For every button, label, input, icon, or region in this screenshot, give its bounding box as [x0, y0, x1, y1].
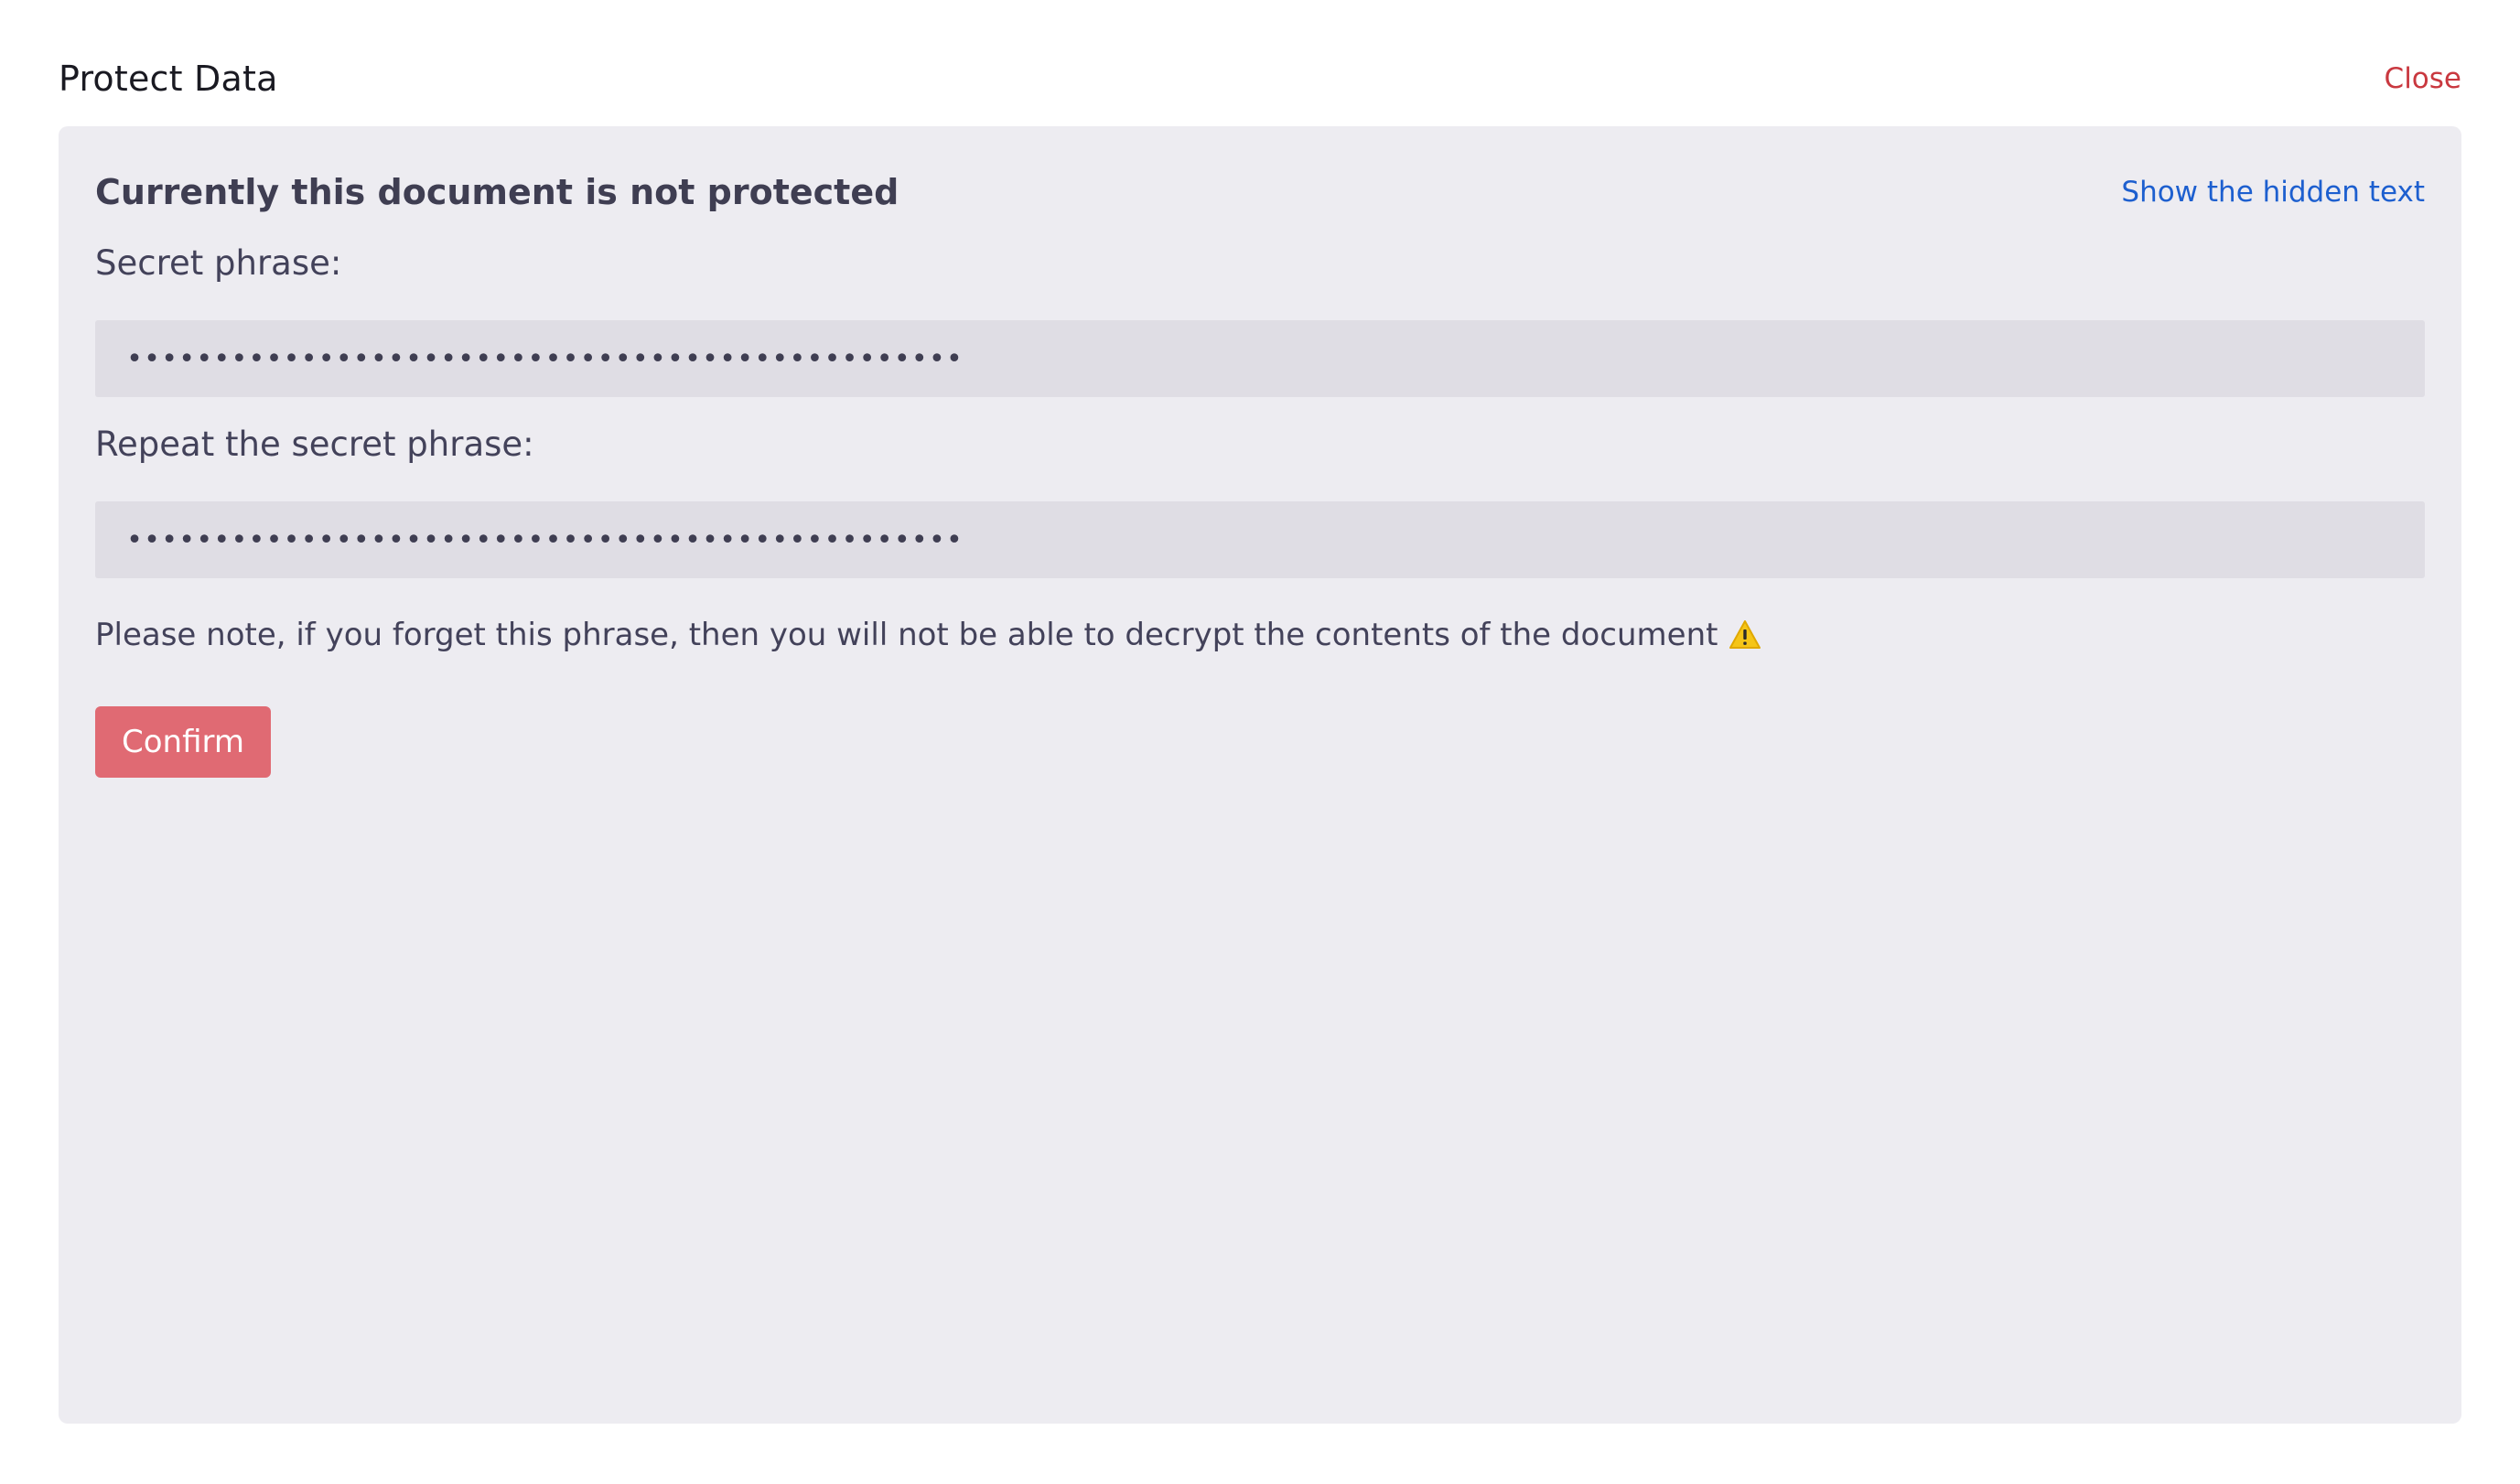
show-hidden-text-link[interactable]: Show the hidden text: [2121, 176, 2425, 209]
panel-header: Currently this document is not protected…: [95, 167, 2425, 218]
repeat-secret-phrase-input[interactable]: ••••••••••••••••••••••••••••••••••••••••…: [95, 501, 2425, 578]
modal-header: Protect Data Close: [59, 51, 2461, 106]
warning-icon: [1728, 619, 1761, 651]
protection-status-heading: Currently this document is not protected: [95, 172, 899, 212]
secret-phrase-label: Secret phrase:: [95, 243, 342, 283]
modal-title: Protect Data: [59, 59, 278, 99]
repeat-secret-phrase-label: Repeat the secret phrase:: [95, 425, 534, 464]
protect-data-modal: Protect Data Close Currently this docume…: [0, 0, 2520, 1484]
confirm-button[interactable]: Confirm: [95, 706, 271, 778]
forget-warning-text: Please note, if you forget this phrase, …: [95, 617, 1718, 653]
secret-phrase-input[interactable]: ••••••••••••••••••••••••••••••••••••••••…: [95, 320, 2425, 397]
forget-warning-note: Please note, if you forget this phrase, …: [95, 611, 1761, 659]
close-button[interactable]: Close: [2385, 62, 2461, 95]
protection-panel: Currently this document is not protected…: [59, 126, 2461, 1424]
